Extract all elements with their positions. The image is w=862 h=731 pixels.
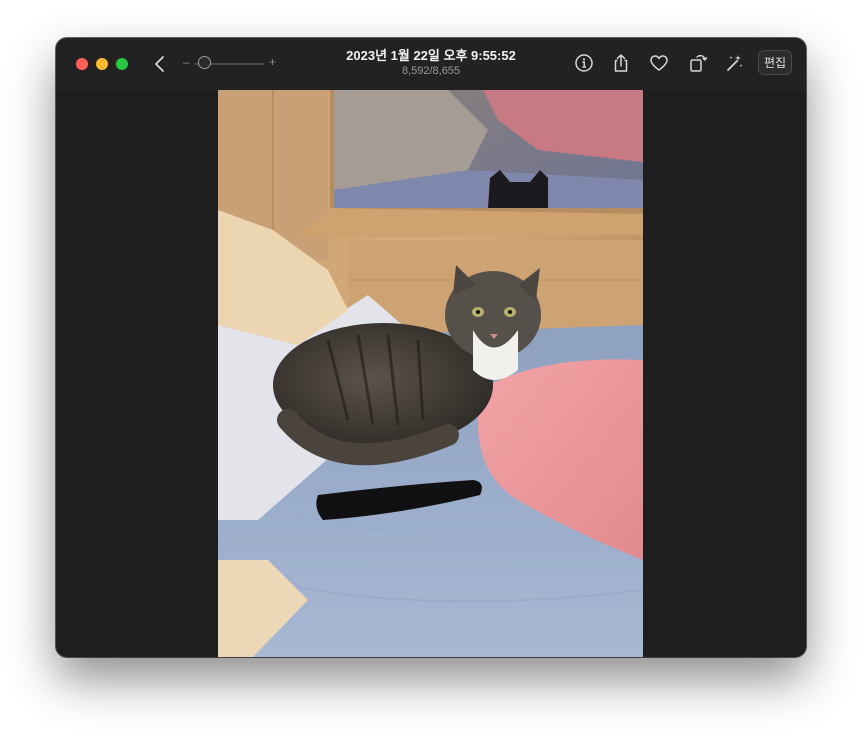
fullscreen-window-button[interactable] <box>116 58 128 70</box>
zoom-in-label: + <box>269 55 277 69</box>
zoom-slider-knob[interactable] <box>198 56 211 69</box>
chevron-left-icon[interactable] <box>152 54 168 74</box>
magic-wand-icon[interactable] <box>723 52 745 74</box>
close-window-button[interactable] <box>76 58 88 70</box>
heart-icon[interactable] <box>648 52 670 74</box>
info-icon[interactable] <box>573 52 595 74</box>
cat-photo <box>218 90 643 657</box>
rotate-icon[interactable] <box>687 52 709 74</box>
zoom-out-label: – <box>183 55 190 69</box>
photo-counter: 8,592/8,655 <box>401 65 461 77</box>
title-bar: – + 2023년 1월 22일 오후 9:55:52 8,592/8,655 <box>56 38 806 90</box>
photos-window: – + 2023년 1월 22일 오후 9:55:52 8,592/8,655 <box>56 38 806 657</box>
title-block: 2023년 1월 22일 오후 9:55:52 8,592/8,655 <box>286 47 576 79</box>
minimize-window-button[interactable] <box>96 58 108 70</box>
photo-date-title: 2023년 1월 22일 오후 9:55:52 <box>346 48 516 63</box>
share-icon[interactable] <box>610 52 632 74</box>
edit-button[interactable]: 편집 <box>758 50 792 75</box>
